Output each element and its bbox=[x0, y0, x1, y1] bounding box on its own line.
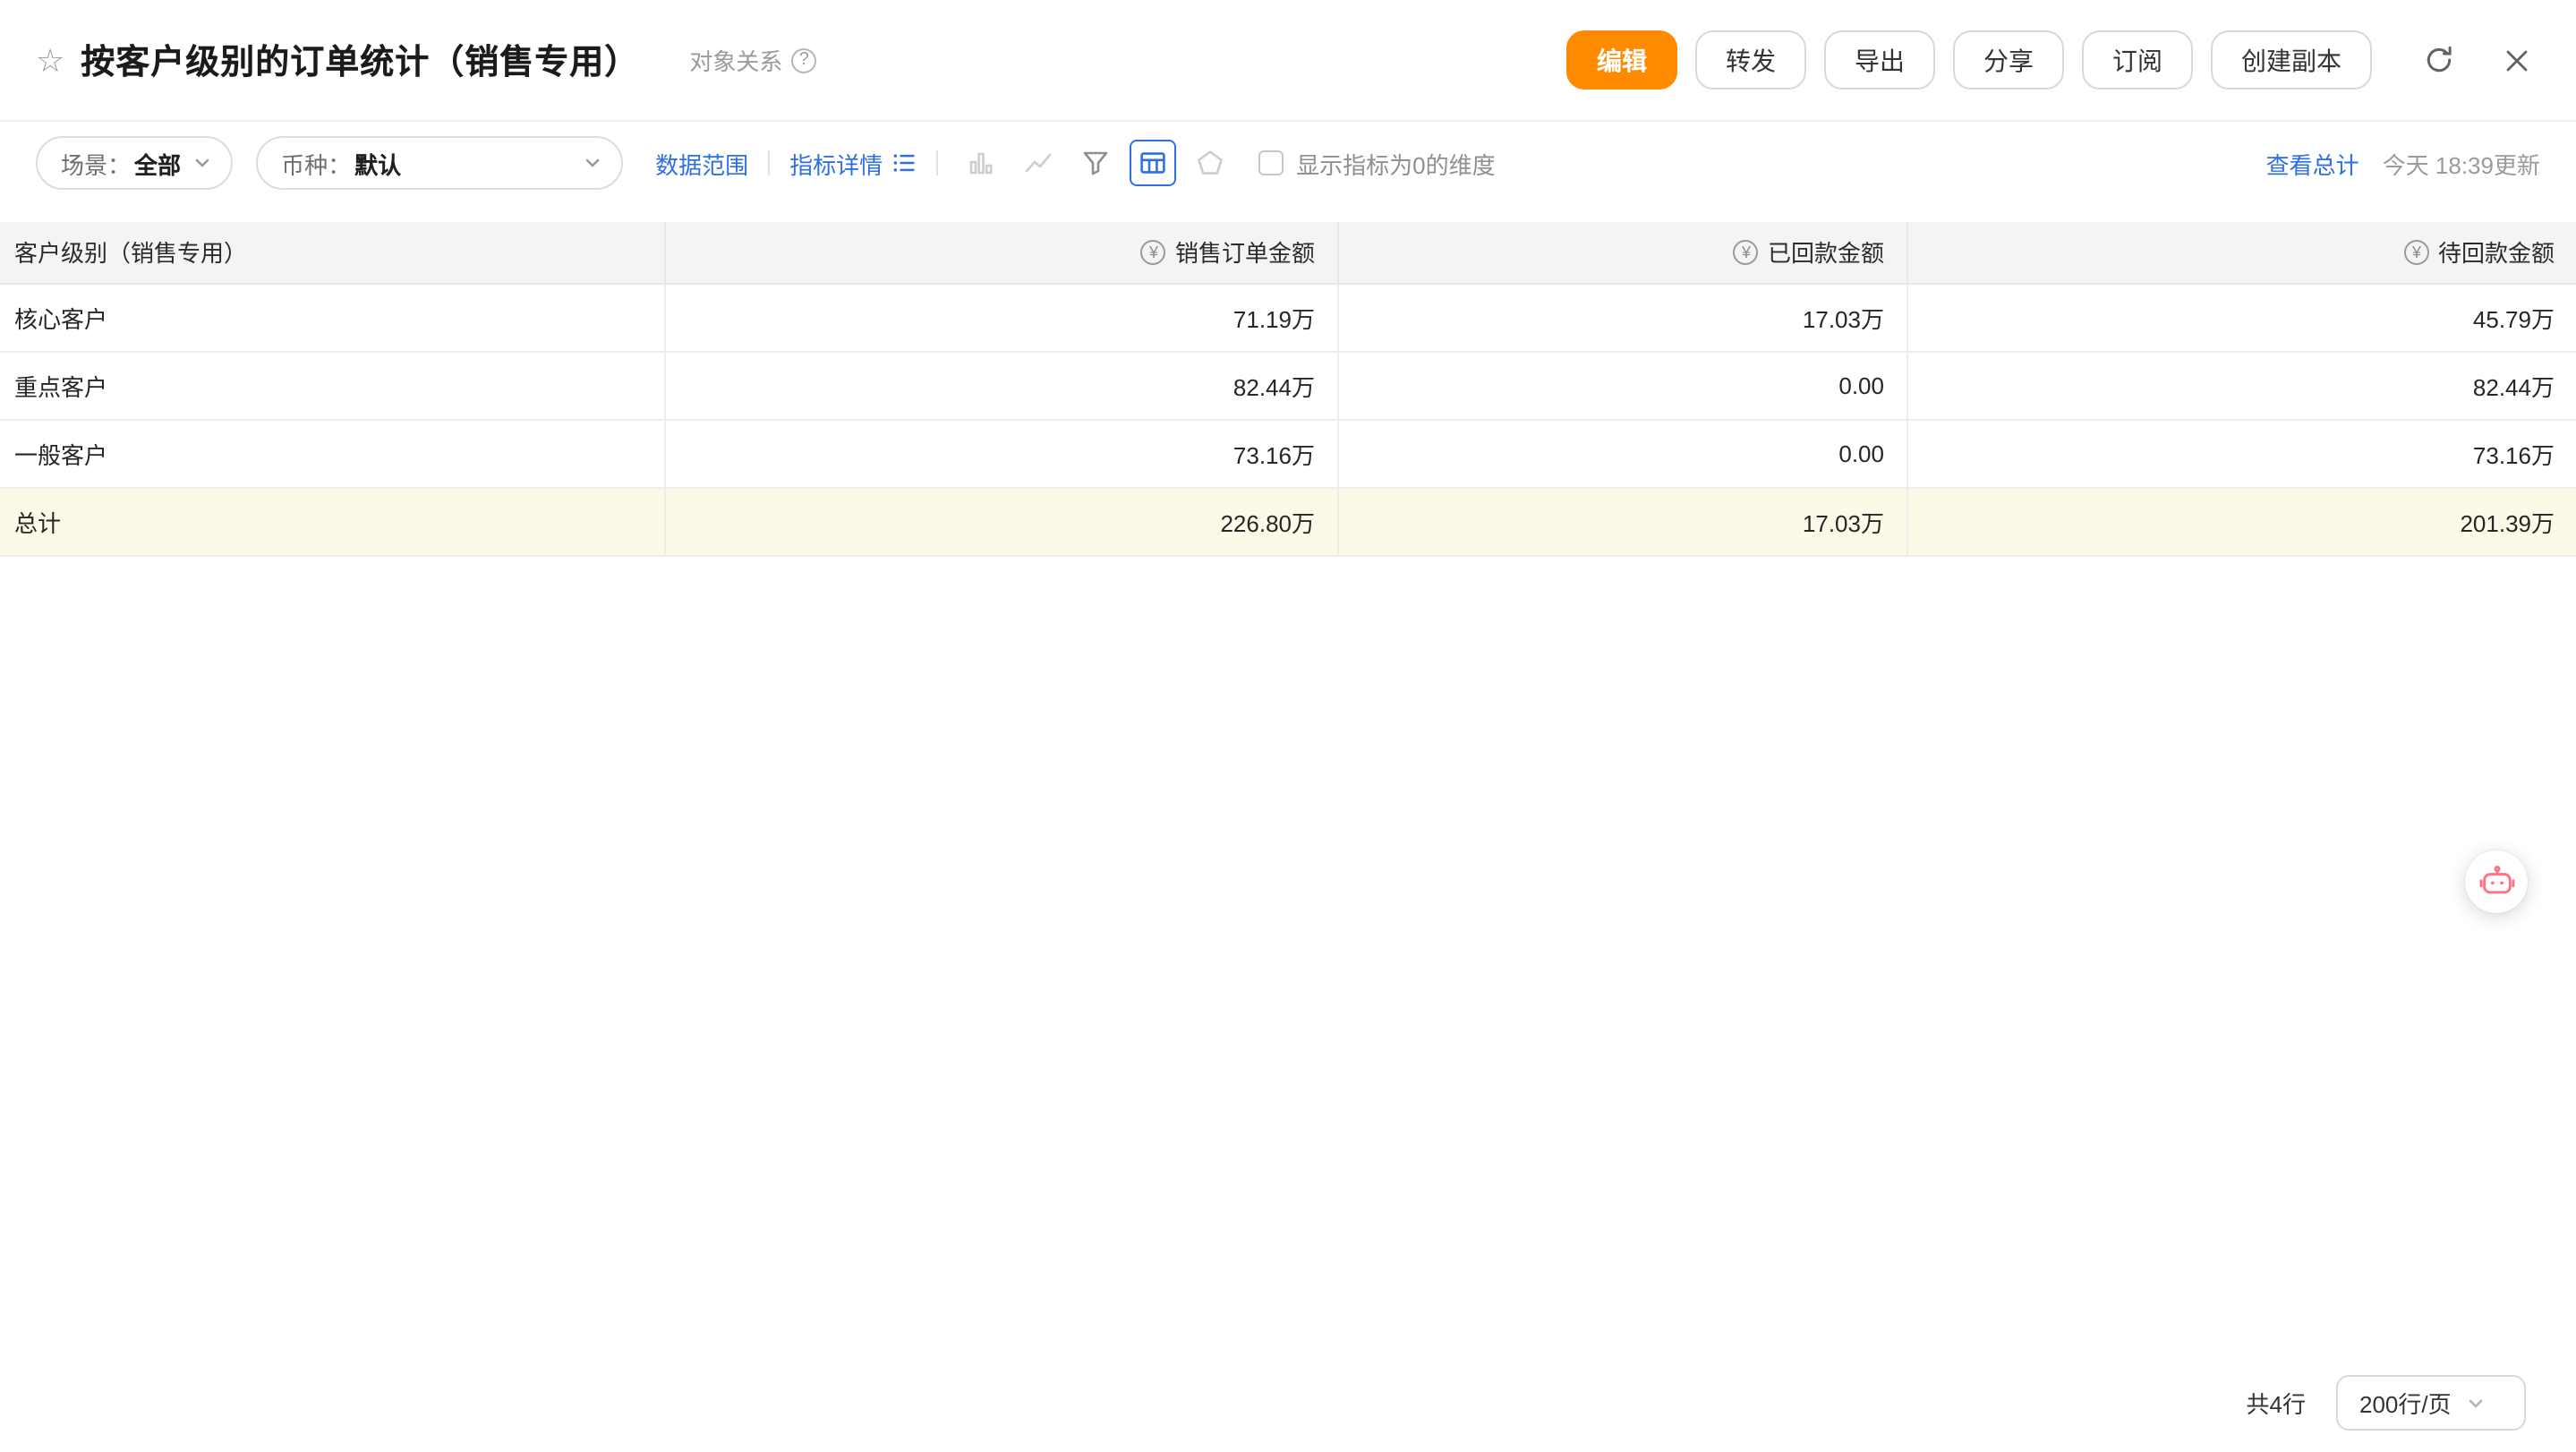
row-count-text: 共4行 bbox=[2247, 1386, 2306, 1420]
edit-button[interactable]: 编辑 bbox=[1566, 30, 1677, 90]
cell-value: 82.44万 bbox=[1906, 351, 2576, 419]
column-header-sales-order-amount[interactable]: ¥ 销售订单金额 bbox=[664, 222, 1337, 283]
bar-chart-icon[interactable] bbox=[958, 140, 1004, 186]
table-row: 一般客户 73.16万 0.00 73.16万 bbox=[0, 419, 2576, 487]
currency-metric-icon: ¥ bbox=[1141, 240, 1166, 265]
cell-value: 17.03万 bbox=[1337, 283, 1906, 351]
cell-value: 73.16万 bbox=[664, 419, 1337, 487]
report-page: ☆ 按客户级别的订单统计（销售专用） 对象关系 ? 编辑 转发 导出 分享 订阅… bbox=[0, 0, 2576, 1452]
cell-value: 0.00 bbox=[1337, 351, 1906, 419]
chevron-down-icon bbox=[193, 154, 211, 172]
page-size-value: 200行/页 bbox=[2359, 1386, 2452, 1420]
duplicate-button[interactable]: 创建副本 bbox=[2211, 30, 2372, 90]
export-button[interactable]: 导出 bbox=[1824, 30, 1935, 90]
currency-metric-icon: ¥ bbox=[2404, 240, 2429, 265]
ai-assistant-button[interactable] bbox=[2465, 850, 2528, 913]
table-header-row: 客户级别（销售专用） ¥ 销售订单金额 ¥ 已回款金额 bbox=[0, 222, 2576, 283]
table-row: 重点客户 82.44万 0.00 82.44万 bbox=[0, 351, 2576, 419]
subscribe-button[interactable]: 订阅 bbox=[2082, 30, 2193, 90]
column-header-received-amount[interactable]: ¥ 已回款金额 bbox=[1337, 222, 1906, 283]
data-range-link[interactable]: 数据范围 bbox=[655, 146, 748, 180]
row-label: 核心客户 bbox=[0, 283, 664, 351]
close-icon[interactable] bbox=[2494, 37, 2540, 83]
scene-select[interactable]: 场景： 全部 bbox=[36, 136, 233, 190]
total-cell-value: 201.39万 bbox=[1906, 487, 2576, 555]
currency-label: 币种： bbox=[281, 146, 351, 180]
chart-type-switcher bbox=[958, 140, 1233, 186]
currency-select[interactable]: 币种： 默认 bbox=[256, 136, 623, 190]
gauge-chart-icon[interactable] bbox=[1187, 140, 1233, 186]
last-updated-text: 今天 18:39更新 bbox=[2383, 146, 2540, 180]
line-chart-icon[interactable] bbox=[1015, 140, 1062, 186]
metric-detail-link[interactable]: 指标详情 bbox=[789, 146, 917, 180]
column-header-customer-level[interactable]: 客户级别（销售专用） bbox=[0, 222, 664, 283]
share-button[interactable]: 分享 bbox=[1953, 30, 2064, 90]
checkbox-unchecked-icon[interactable] bbox=[1258, 150, 1284, 175]
page-size-select[interactable]: 200行/页 bbox=[2336, 1375, 2526, 1431]
page-header: ☆ 按客户级别的订单统计（销售专用） 对象关系 ? 编辑 转发 导出 分享 订阅… bbox=[0, 0, 2576, 122]
help-icon[interactable]: ? bbox=[791, 47, 816, 73]
row-label: 重点客户 bbox=[0, 351, 664, 419]
divider bbox=[768, 150, 770, 175]
table-view-icon[interactable] bbox=[1130, 140, 1176, 186]
object-relation-link[interactable]: 对象关系 ? bbox=[689, 43, 816, 77]
header-actions: 编辑 转发 导出 分享 订阅 创建副本 bbox=[1566, 30, 2540, 90]
robot-icon bbox=[2477, 862, 2516, 901]
total-cell-value: 17.03万 bbox=[1337, 487, 1906, 555]
chevron-down-icon bbox=[584, 154, 601, 172]
scene-label: 场景： bbox=[61, 146, 131, 180]
table-total-row: 总计 226.80万 17.03万 201.39万 bbox=[0, 487, 2576, 555]
table-row: 核心客户 71.19万 17.03万 45.79万 bbox=[0, 283, 2576, 351]
pagination-bar: 共4行 200行/页 bbox=[2247, 1375, 2526, 1431]
chevron-down-icon bbox=[2468, 1394, 2486, 1412]
view-total-link[interactable]: 查看总计 bbox=[2266, 146, 2359, 180]
currency-value: 默认 bbox=[354, 146, 571, 180]
cell-value: 45.79万 bbox=[1906, 283, 2576, 351]
show-zero-dimension-toggle[interactable]: 显示指标为0的维度 bbox=[1258, 146, 1495, 180]
object-relation-label: 对象关系 bbox=[689, 43, 782, 77]
cell-value: 0.00 bbox=[1337, 419, 1906, 487]
column-header-pending-amount[interactable]: ¥ 待回款金额 bbox=[1906, 222, 2576, 283]
refresh-icon[interactable] bbox=[2415, 37, 2461, 83]
cell-value: 82.44万 bbox=[664, 351, 1337, 419]
scene-value: 全部 bbox=[134, 146, 181, 180]
total-cell-value: 226.80万 bbox=[664, 487, 1337, 555]
page-title: 按客户级别的订单统计（销售专用） bbox=[81, 36, 639, 84]
row-label: 一般客户 bbox=[0, 419, 664, 487]
forward-button[interactable]: 转发 bbox=[1695, 30, 1806, 90]
show-zero-dimension-label: 显示指标为0的维度 bbox=[1296, 146, 1495, 180]
cell-value: 73.16万 bbox=[1906, 419, 2576, 487]
report-toolbar: 场景： 全部 币种： 默认 数据范围 指标详情 bbox=[0, 122, 2576, 204]
report-table: 客户级别（销售专用） ¥ 销售订单金额 ¥ 已回款金额 bbox=[0, 222, 2576, 556]
list-icon bbox=[891, 150, 917, 175]
cell-value: 71.19万 bbox=[664, 283, 1337, 351]
total-row-label: 总计 bbox=[0, 487, 664, 555]
favorite-star-icon[interactable]: ☆ bbox=[36, 44, 64, 76]
divider bbox=[936, 150, 938, 175]
currency-metric-icon: ¥ bbox=[1734, 240, 1759, 265]
funnel-icon[interactable] bbox=[1072, 140, 1119, 186]
metric-detail-label: 指标详情 bbox=[789, 146, 883, 180]
